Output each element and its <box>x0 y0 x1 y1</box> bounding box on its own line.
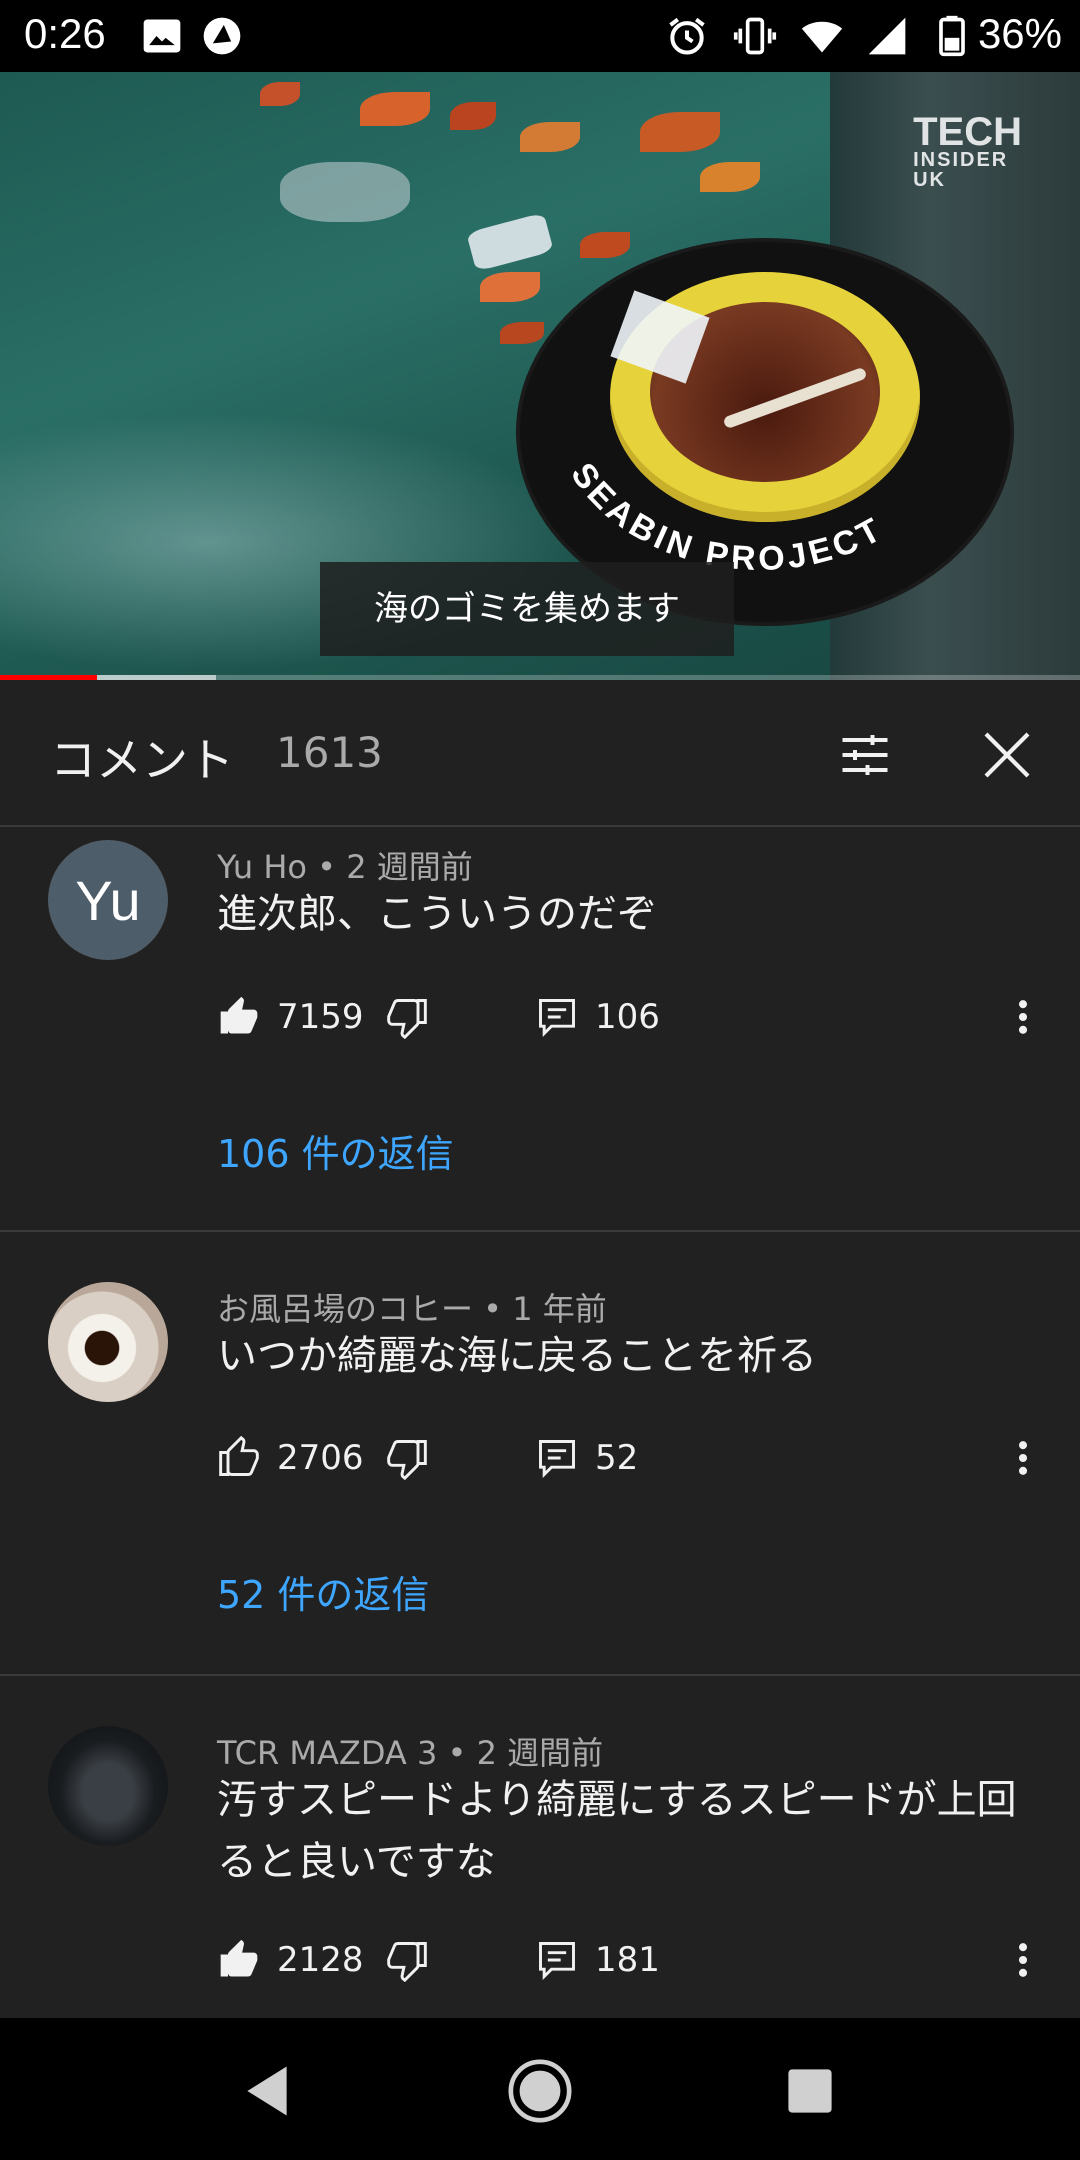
comment-text: いつか綺麗な海に戻ることを祈る <box>217 1333 817 1379</box>
vibrate-icon <box>733 17 777 55</box>
cellular-signal-icon <box>868 17 906 55</box>
reply-comment-icon <box>539 999 575 1038</box>
floating-plastic <box>280 162 410 222</box>
reply-button[interactable]: 181 <box>535 1930 660 1990</box>
reply-button[interactable]: 52 <box>535 1428 638 1488</box>
more-vertical-icon <box>1018 1943 1028 1977</box>
comment-meta: Yu Ho • 2 週間前 <box>217 848 473 886</box>
battery-icon <box>939 15 965 57</box>
back-triangle-icon <box>247 2066 287 2116</box>
like-button[interactable]: 2128 <box>217 1930 364 1990</box>
thumbs-up-filled-icon <box>220 1939 258 1977</box>
status-time: 0:26 <box>24 10 106 57</box>
comment-more-button[interactable] <box>1013 1428 1033 1488</box>
dislike-button[interactable] <box>385 1428 429 1488</box>
close-comments-button[interactable] <box>972 720 1042 790</box>
back-button[interactable] <box>222 2046 312 2136</box>
avatar[interactable] <box>48 1282 168 1402</box>
svg-text:SEABIN PROJECT: SEABIN PROJECT <box>563 456 890 578</box>
alarm-icon <box>669 17 705 55</box>
like-count: 2128 <box>277 1940 364 1980</box>
reply-comment-icon <box>539 1440 575 1479</box>
video-player[interactable]: SEABIN PROJECT TECH INSIDER UK 海のゴミを集めます <box>0 72 1080 680</box>
comment-thread: TCR MAZDA 3 • 2 週間前 汚すスピードより綺麗にするスピードが上回… <box>0 1676 1080 2016</box>
close-icon <box>984 732 1030 778</box>
tech-insider-watermark: TECH INSIDER UK <box>913 110 1022 191</box>
more-vertical-icon <box>1018 1000 1028 1034</box>
like-button[interactable]: 7159 <box>217 987 364 1047</box>
thumbs-down-icon <box>387 1440 427 1480</box>
comment-actions: 2128 181 <box>217 1930 1047 1990</box>
battery-percentage: 36% <box>977 10 1062 57</box>
avatar-initials: Yu <box>75 868 141 932</box>
avatar[interactable] <box>48 1726 168 1846</box>
wifi-icon <box>801 21 843 53</box>
comment-meta: TCR MAZDA 3 • 2 週間前 <box>217 1734 604 1772</box>
sliders-icon <box>842 735 888 775</box>
video-subtitle: 海のゴミを集めます <box>320 562 734 656</box>
comments-count: 1613 <box>276 728 383 777</box>
reply-count: 52 <box>595 1438 639 1478</box>
system-navigation-bar <box>0 2018 1080 2160</box>
comment-more-button[interactable] <box>1013 1930 1033 1990</box>
more-vertical-icon <box>1018 1441 1028 1475</box>
comment-thread: お風呂場のコヒー • 1 年前 いつか綺麗な海に戻ることを祈る 2706 52 … <box>0 1232 1080 1676</box>
dislike-button[interactable] <box>385 987 429 1047</box>
reply-button[interactable]: 106 <box>535 987 660 1047</box>
comments-title: コメント <box>50 733 234 787</box>
dislike-button[interactable] <box>385 1930 429 1990</box>
comment-meta: お風呂場のコヒー • 1 年前 <box>217 1290 607 1328</box>
home-button[interactable] <box>495 2046 585 2136</box>
thumbs-up-filled-icon <box>220 996 258 1034</box>
app-notification-icon <box>203 17 241 55</box>
thumbs-down-icon <box>387 1942 427 1982</box>
like-count: 7159 <box>277 997 364 1037</box>
reply-comment-icon <box>539 1942 575 1981</box>
reply-count: 106 <box>595 997 660 1037</box>
avatar[interactable]: Yu <box>48 840 168 960</box>
comment-actions: 7159 106 <box>217 987 1047 1047</box>
comment-text: 汚すスピードより綺麗にするスピードが上回ると良いですな <box>217 1777 1017 1885</box>
comments-header: コメント 1613 <box>0 680 1080 827</box>
status-bar: 0:26 36% <box>0 0 1080 72</box>
recent-apps-button[interactable] <box>765 2046 855 2136</box>
gallery-icon <box>143 19 181 53</box>
like-button[interactable]: 2706 <box>217 1428 364 1488</box>
comment-more-button[interactable] <box>1013 987 1033 1047</box>
comment-text: 進次郎、こういうのだぞ <box>217 891 657 937</box>
like-count: 2706 <box>277 1438 364 1478</box>
view-replies-link[interactable]: 52 件の返信 <box>217 1564 429 1619</box>
reply-count: 181 <box>595 1940 660 1980</box>
comment-actions: 2706 52 <box>217 1428 1047 1488</box>
sort-filter-button[interactable] <box>830 720 900 790</box>
view-replies-link[interactable]: 106 件の返信 <box>217 1123 454 1178</box>
comment-thread: Yu Yu Ho • 2 週間前 進次郎、こういうのだぞ 7159 106 10… <box>0 827 1080 1232</box>
home-circle-icon <box>508 2059 572 2123</box>
thumbs-down-icon <box>387 999 427 1039</box>
recent-apps-square-icon <box>788 2069 832 2113</box>
thumbs-up-icon <box>219 1436 259 1476</box>
